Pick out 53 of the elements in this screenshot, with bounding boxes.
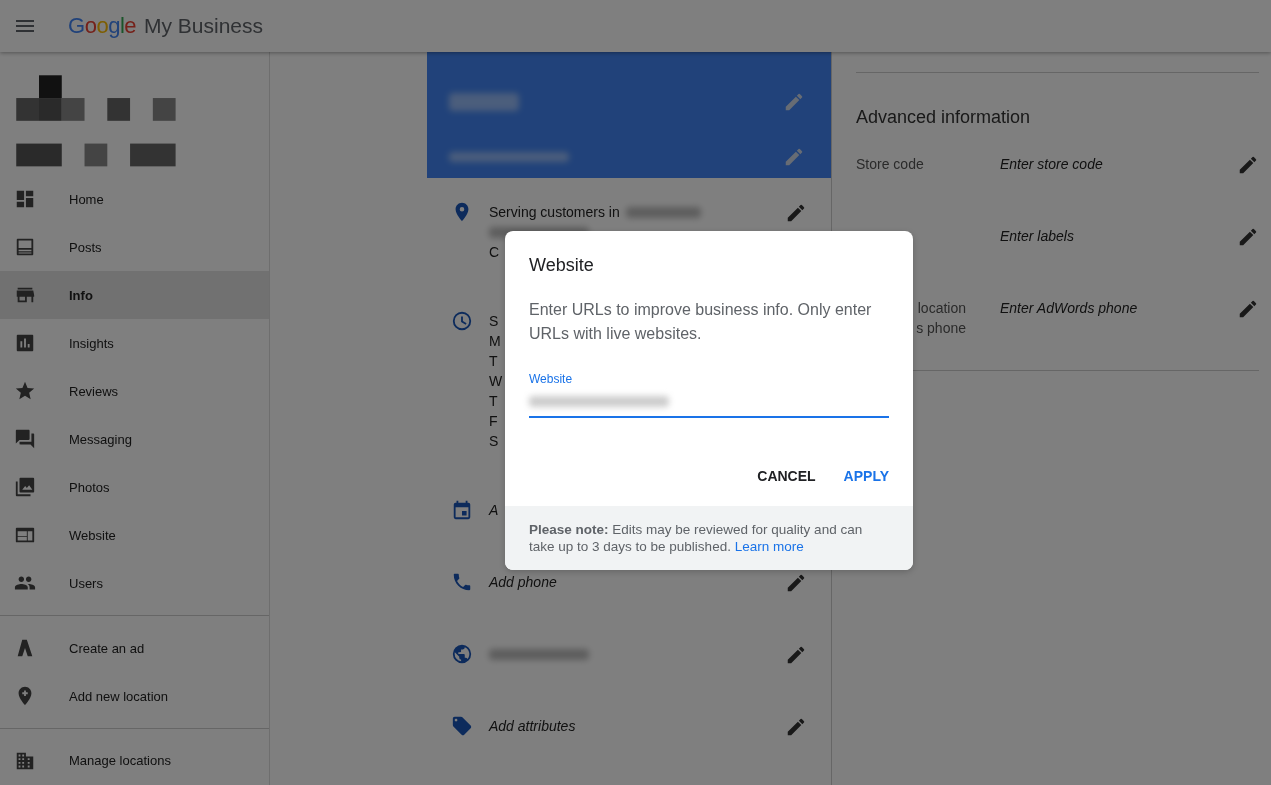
nav-item[interactable]: Insights bbox=[0, 319, 269, 368]
google-logo[interactable]: Google bbox=[68, 13, 136, 39]
field-label: Store code bbox=[856, 156, 924, 172]
dialog-title: Website bbox=[529, 255, 595, 276]
tag-icon bbox=[451, 715, 473, 737]
nav-item[interactable]: Manage locations bbox=[0, 737, 269, 785]
phone-icon bbox=[451, 571, 473, 593]
field-label: Website bbox=[529, 372, 573, 386]
nav-item[interactable]: Photos bbox=[0, 463, 269, 512]
info-text: S bbox=[489, 433, 499, 449]
info-text: T bbox=[489, 353, 498, 369]
info-text: Serving customers in bbox=[489, 204, 620, 220]
info-text: T bbox=[489, 393, 498, 409]
pencil-icon[interactable] bbox=[785, 202, 807, 224]
globe-icon bbox=[451, 643, 473, 665]
field-value: Enter AdWords phone bbox=[1000, 299, 1139, 318]
info-text: Add phone bbox=[489, 574, 557, 590]
pencil-icon[interactable] bbox=[785, 572, 807, 594]
info-text: C bbox=[489, 244, 500, 260]
nav-item[interactable]: Website bbox=[0, 511, 269, 560]
dialog-text: Enter URLs to improve business info. Only enter URLs with live websites. bbox=[529, 300, 873, 344]
field-value: Enter labels bbox=[1000, 227, 1075, 246]
info-text: A bbox=[489, 502, 499, 518]
pencil-icon[interactable] bbox=[785, 716, 807, 738]
field-label: location s phone bbox=[916, 300, 966, 336]
info-text: W bbox=[489, 373, 503, 389]
pencil-icon[interactable] bbox=[1237, 298, 1259, 320]
clock-icon bbox=[451, 310, 473, 332]
nav-item[interactable]: Users bbox=[0, 559, 269, 608]
info-text: Add attributes bbox=[489, 718, 576, 734]
calendar-icon bbox=[451, 499, 473, 521]
product-name: My Business bbox=[144, 14, 264, 38]
pencil-icon[interactable] bbox=[1237, 226, 1259, 248]
field-value: Enter store code bbox=[1000, 155, 1104, 174]
learn-more-link[interactable]: Learn more bbox=[734, 539, 804, 554]
cancel-button[interactable]: CANCEL bbox=[745, 460, 828, 492]
nav-item[interactable]: Reviews bbox=[0, 367, 269, 416]
pencil-icon[interactable] bbox=[1237, 154, 1259, 176]
building-icon bbox=[14, 750, 36, 772]
nav-item[interactable]: Messaging bbox=[0, 415, 269, 464]
photos-icon bbox=[14, 476, 36, 499]
menu-icon[interactable] bbox=[16, 20, 34, 32]
apply-button[interactable]: APPLY bbox=[831, 460, 901, 492]
note-text: Please note: Edits may be reviewed for quality and can take up to 3 days to be published. Learn more bbox=[529, 521, 864, 555]
info-text: F bbox=[489, 413, 498, 429]
nav-item[interactable]: Home bbox=[0, 175, 269, 224]
info-text: M bbox=[489, 333, 501, 349]
nav-item[interactable]: Add new location bbox=[0, 672, 269, 721]
nav-item[interactable]: Info bbox=[0, 271, 269, 320]
pencil-icon[interactable] bbox=[785, 644, 807, 666]
info-text: S bbox=[489, 313, 499, 329]
nav-item[interactable]: Create an ad bbox=[0, 624, 269, 673]
section-title: Advanced information bbox=[856, 107, 1032, 128]
